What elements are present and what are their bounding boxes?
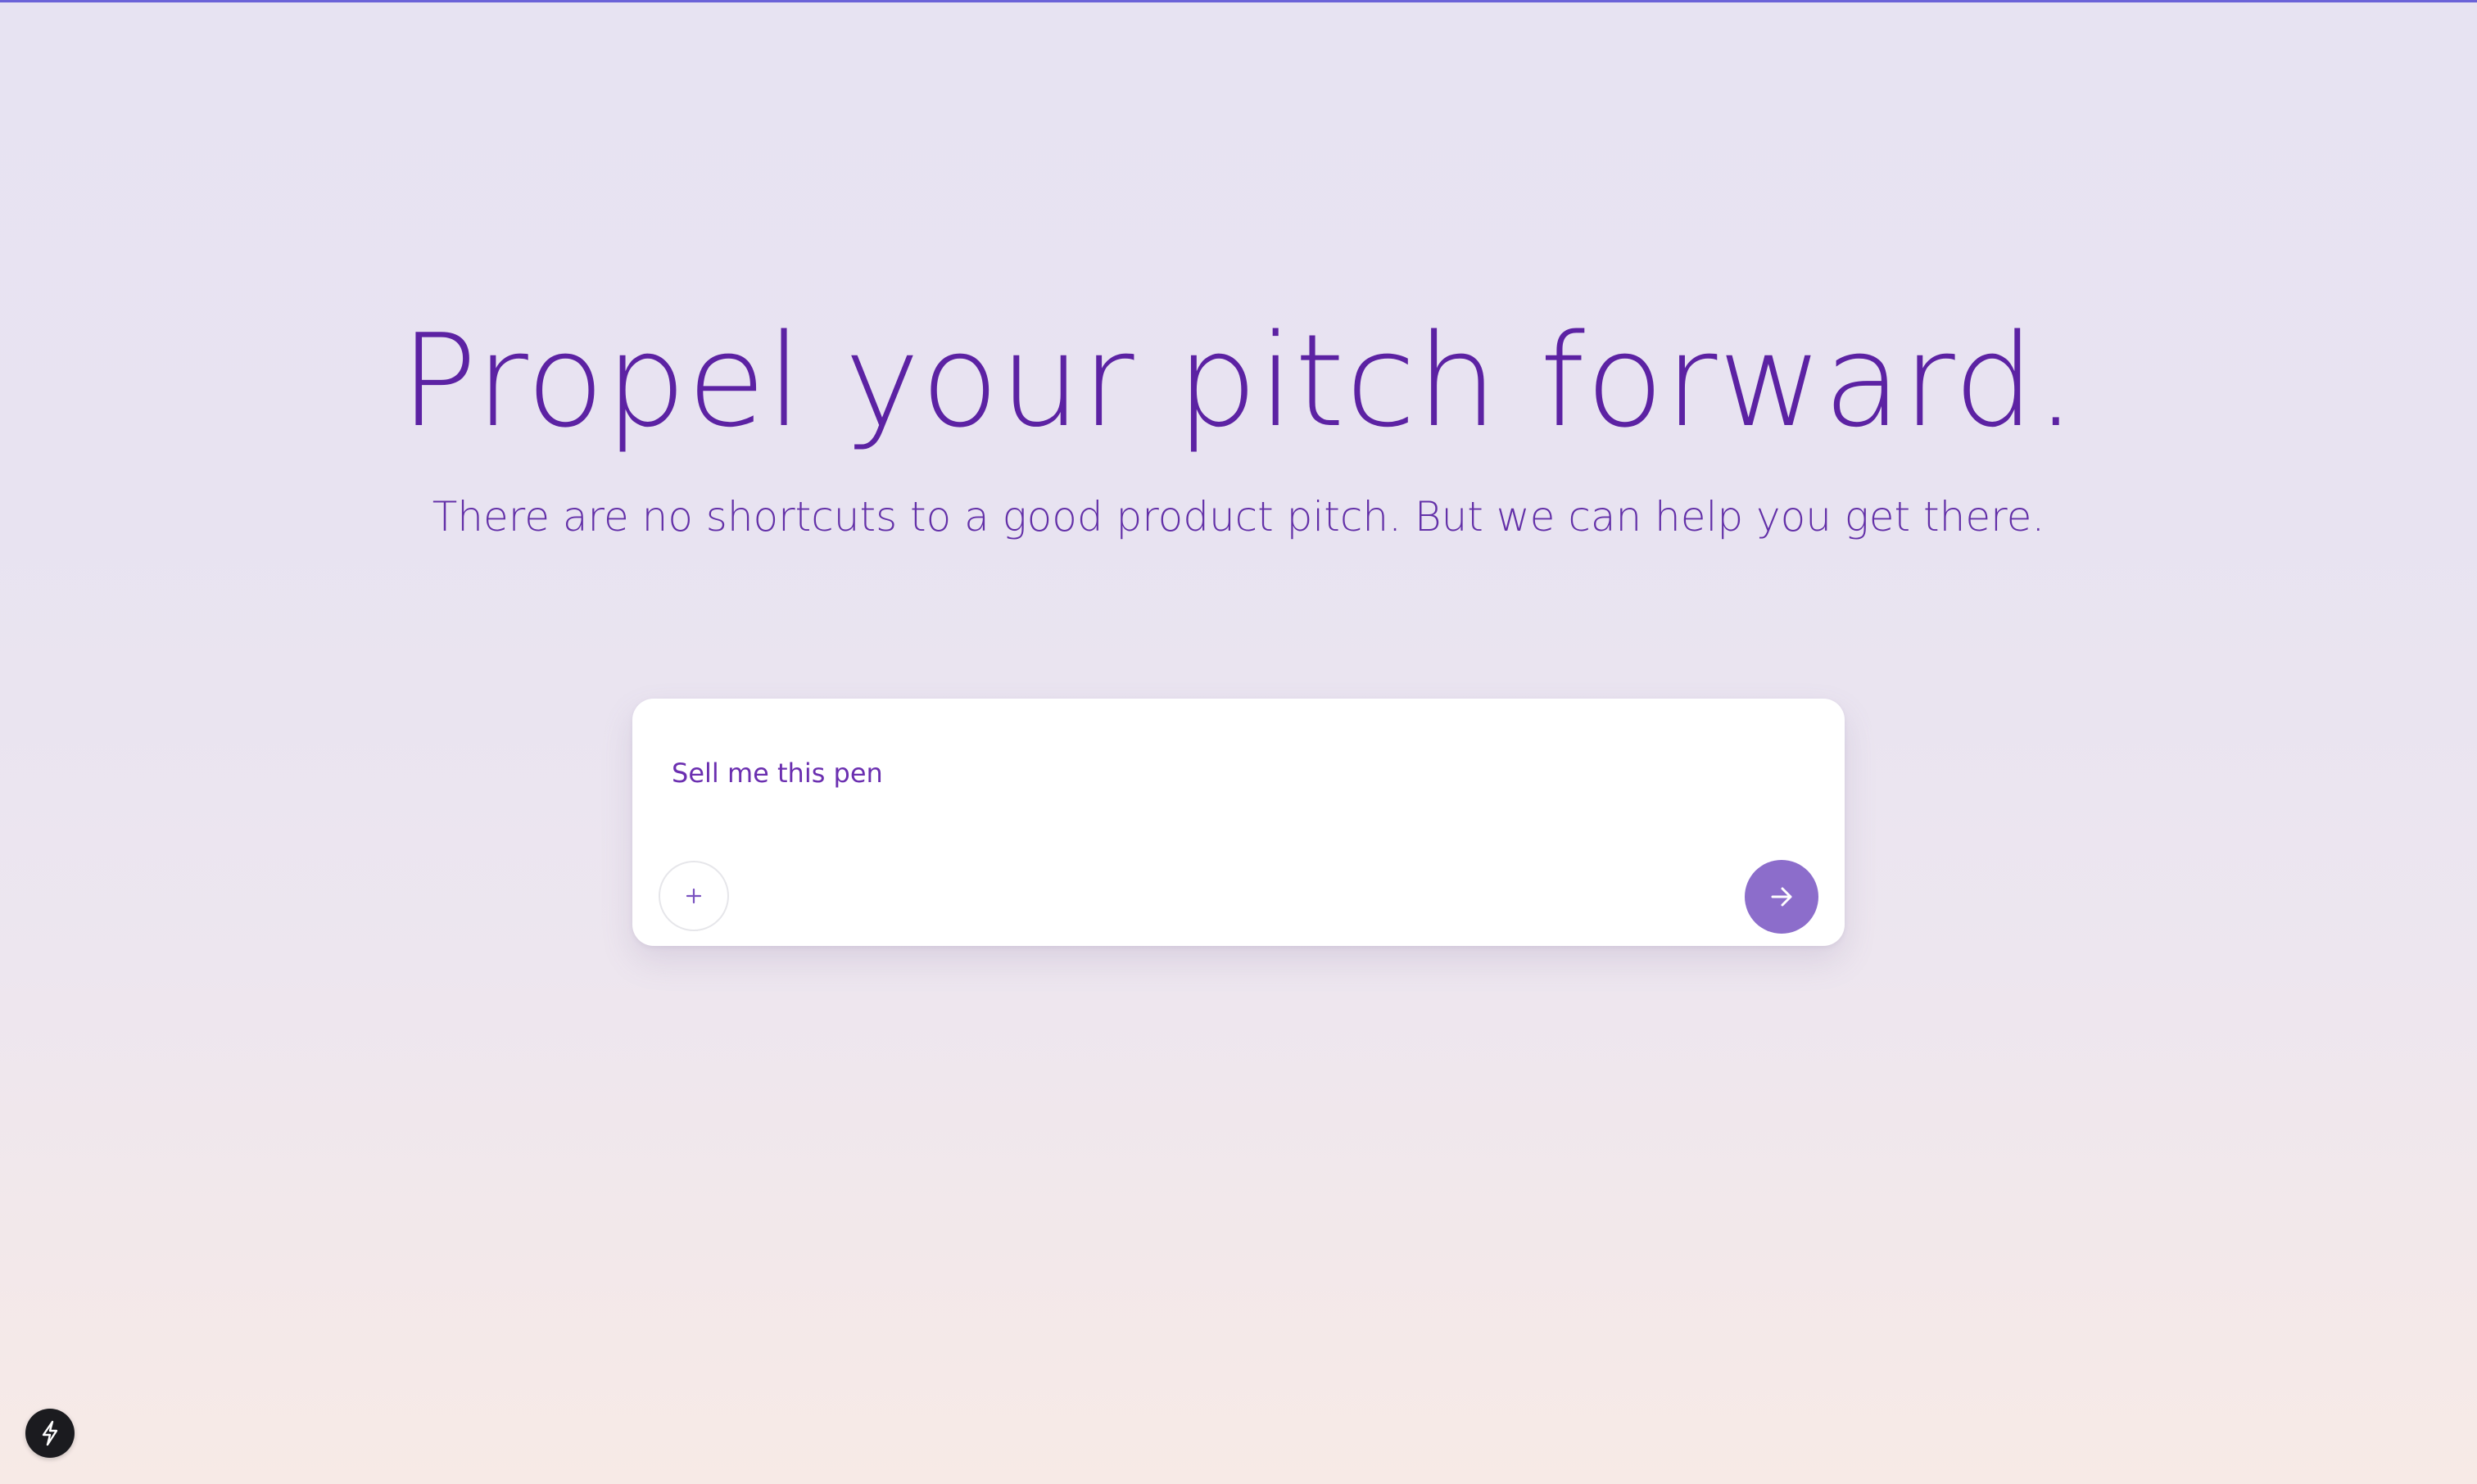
prompt-composer: Sell me this pen xyxy=(632,699,1845,946)
plus-icon xyxy=(686,888,702,904)
submit-button[interactable] xyxy=(1745,860,1818,934)
attach-button[interactable] xyxy=(659,861,729,931)
top-accent-line xyxy=(0,0,2477,2)
arrow-right-icon xyxy=(1771,887,1792,907)
page-subtitle: There are no shortcuts to a good product… xyxy=(432,493,2045,541)
page-title: Propel your pitch forward. xyxy=(400,306,2077,455)
prompt-input[interactable]: Sell me this pen xyxy=(672,753,883,794)
framework-badge[interactable] xyxy=(25,1409,75,1458)
lightning-icon xyxy=(42,1420,58,1446)
